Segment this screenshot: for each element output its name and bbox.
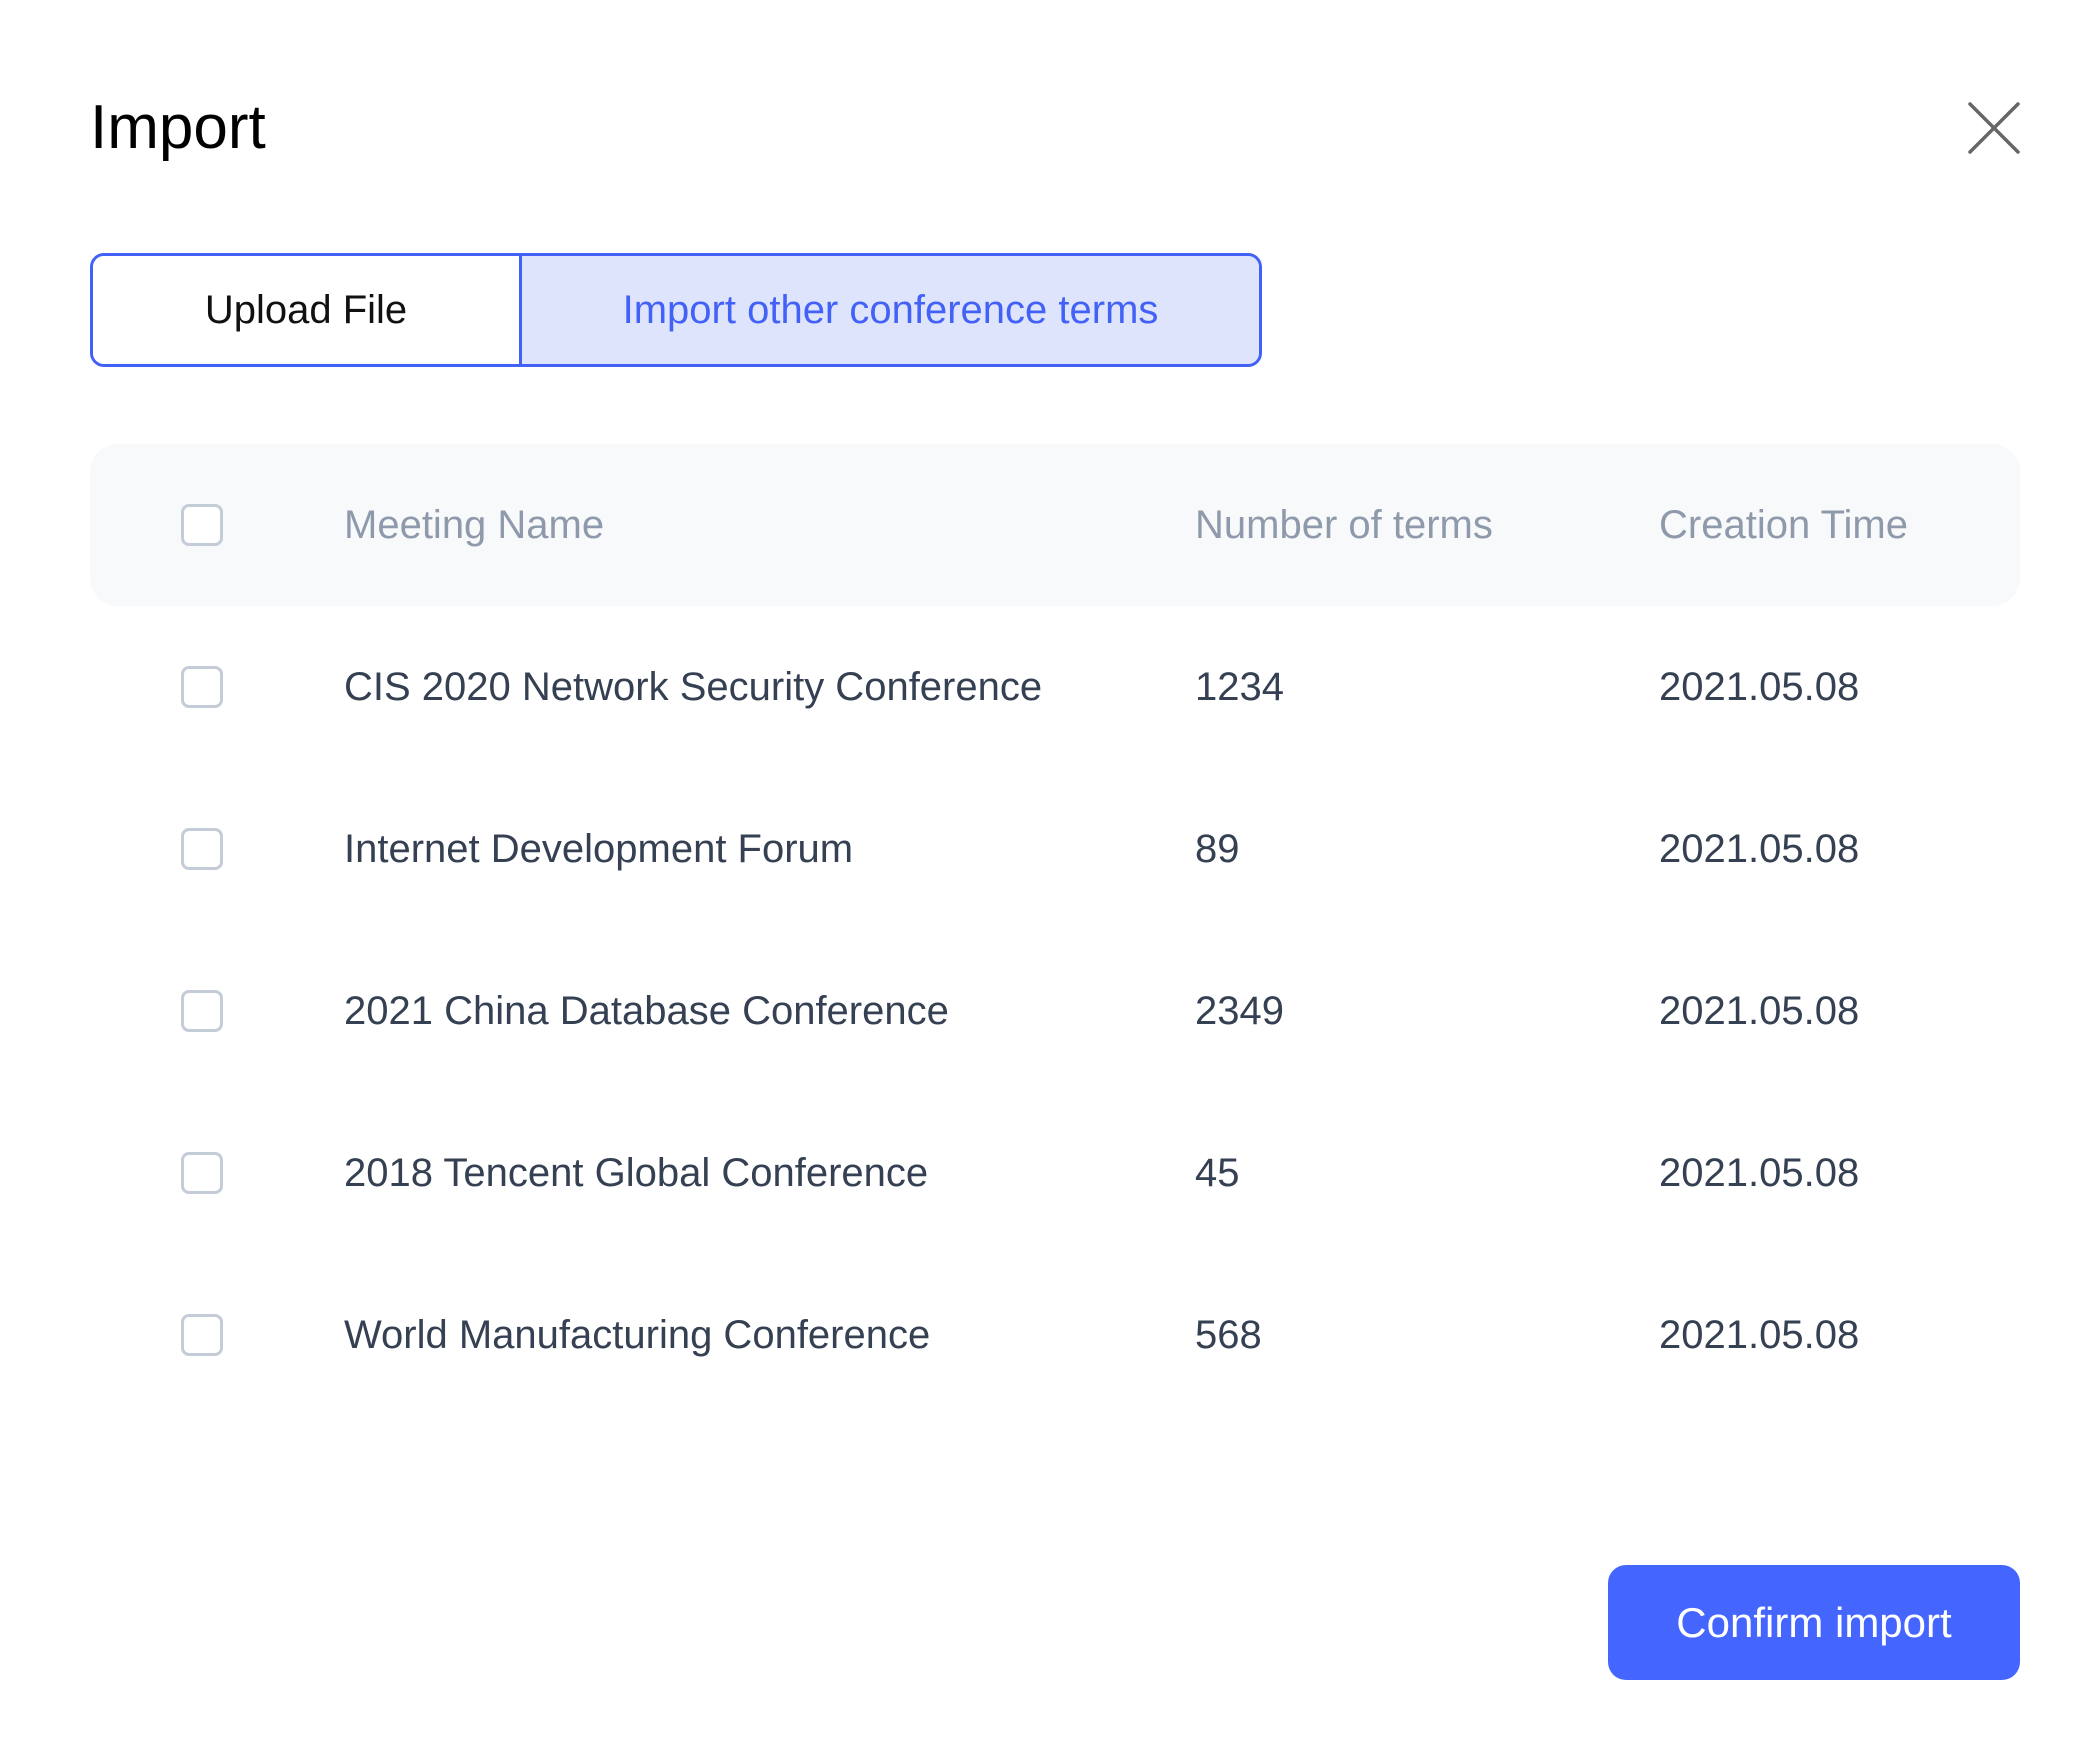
row-checkbox[interactable] <box>181 666 223 708</box>
table-row[interactable]: Internet Development Forum 89 2021.05.08 <box>90 768 2020 930</box>
row-checkbox[interactable] <box>181 1314 223 1356</box>
row-checkbox[interactable] <box>181 1152 223 1194</box>
term-count-cell: 568 <box>1195 1313 1262 1357</box>
meeting-name-cell: Internet Development Forum <box>344 827 854 871</box>
row-checkbox[interactable] <box>181 828 223 870</box>
import-source-tabs: Upload File Import other conference term… <box>90 253 1262 367</box>
row-checkbox[interactable] <box>181 990 223 1032</box>
dialog-title: Import <box>90 93 266 162</box>
column-header-creation-time[interactable]: Creation Time <box>1659 444 1908 606</box>
table-row[interactable]: CIS 2020 Network Security Conference 123… <box>90 606 2020 768</box>
tab-upload-file[interactable]: Upload File <box>93 256 522 364</box>
column-header-meeting-name[interactable]: Meeting Name <box>344 444 604 606</box>
import-dialog: Import Upload File Import other conferen… <box>0 0 2100 1746</box>
close-icon <box>1968 102 2020 154</box>
tab-import-other-conference-terms[interactable]: Import other conference terms <box>522 256 1259 364</box>
meeting-name-cell: 2018 Tencent Global Conference <box>344 1151 929 1195</box>
term-count-cell: 45 <box>1195 1151 1240 1195</box>
meeting-name-cell: 2021 China Database Conference <box>344 989 949 1033</box>
creation-time-cell: 2021.05.08 <box>1659 989 1860 1033</box>
table-row[interactable]: 2021 China Database Conference 2349 2021… <box>90 930 2020 1092</box>
term-count-cell: 2349 <box>1195 989 1284 1033</box>
meeting-name-cell: World Manufacturing Conference <box>344 1313 931 1357</box>
term-count-cell: 89 <box>1195 827 1240 871</box>
creation-time-cell: 2021.05.08 <box>1659 1313 1860 1357</box>
creation-time-cell: 2021.05.08 <box>1659 1151 1860 1195</box>
creation-time-cell: 2021.05.08 <box>1659 665 1860 709</box>
meeting-name-cell: CIS 2020 Network Security Conference <box>344 665 1043 709</box>
table-row[interactable]: 2018 Tencent Global Conference 45 2021.0… <box>90 1092 2020 1254</box>
table-header: Meeting Name Number of terms Creation Ti… <box>90 444 2020 606</box>
creation-time-cell: 2021.05.08 <box>1659 827 1860 871</box>
confirm-import-button[interactable]: Confirm import <box>1608 1565 2020 1680</box>
column-header-number-of-terms[interactable]: Number of terms <box>1195 444 1493 606</box>
table-row[interactable]: World Manufacturing Conference 568 2021.… <box>90 1254 2020 1416</box>
term-count-cell: 1234 <box>1195 665 1284 709</box>
select-all-checkbox[interactable] <box>181 504 223 546</box>
close-button[interactable] <box>1966 100 2022 156</box>
